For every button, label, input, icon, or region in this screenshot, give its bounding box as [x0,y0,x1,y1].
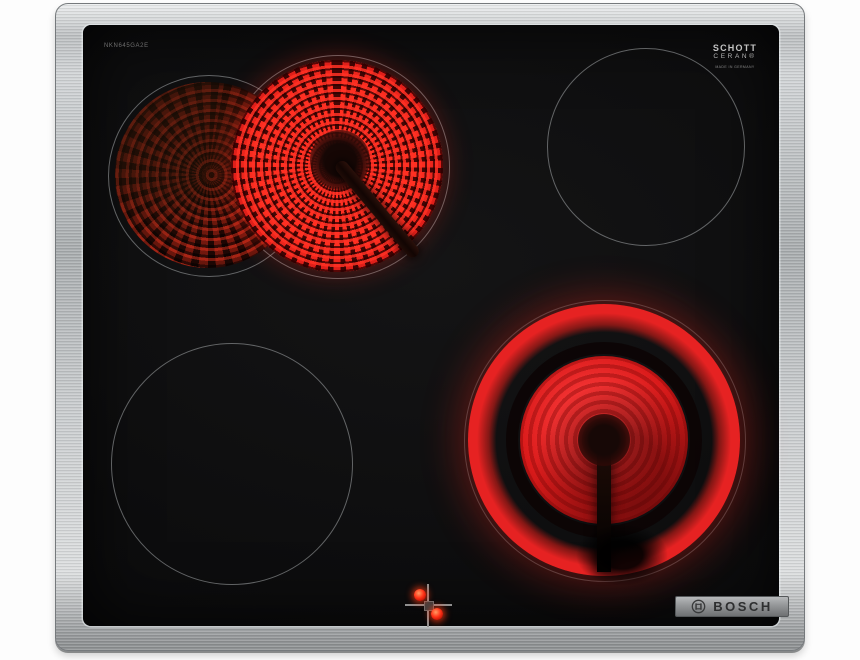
model-number-label: NKN645GA2E [104,43,149,49]
residual-heat-led-2 [431,608,443,620]
product-photo-cooktop: NKN645GA2E SCHOTT CERAN® MADE IN GERMANY [0,0,860,660]
schott-wordmark: SCHOTT [712,43,758,53]
schott-ceran-logo: SCHOTT CERAN® MADE IN GERMANY [703,43,767,69]
bosch-anchor-icon [691,599,706,614]
zone-top-right-outline [547,48,745,246]
zone-bottom-left-outline [111,343,353,585]
sensor-base-shadow [576,524,668,586]
ceran-wordmark: CERAN® [713,53,757,60]
bosch-badge: BOSCH [675,596,789,617]
residual-heat-led-1 [414,589,426,601]
made-in-label: MADE IN GERMANY [715,65,755,69]
glowing-zone-bottom-right [468,304,740,586]
sensor-head-hub [578,414,630,466]
bosch-wordmark: BOSCH [713,599,773,614]
